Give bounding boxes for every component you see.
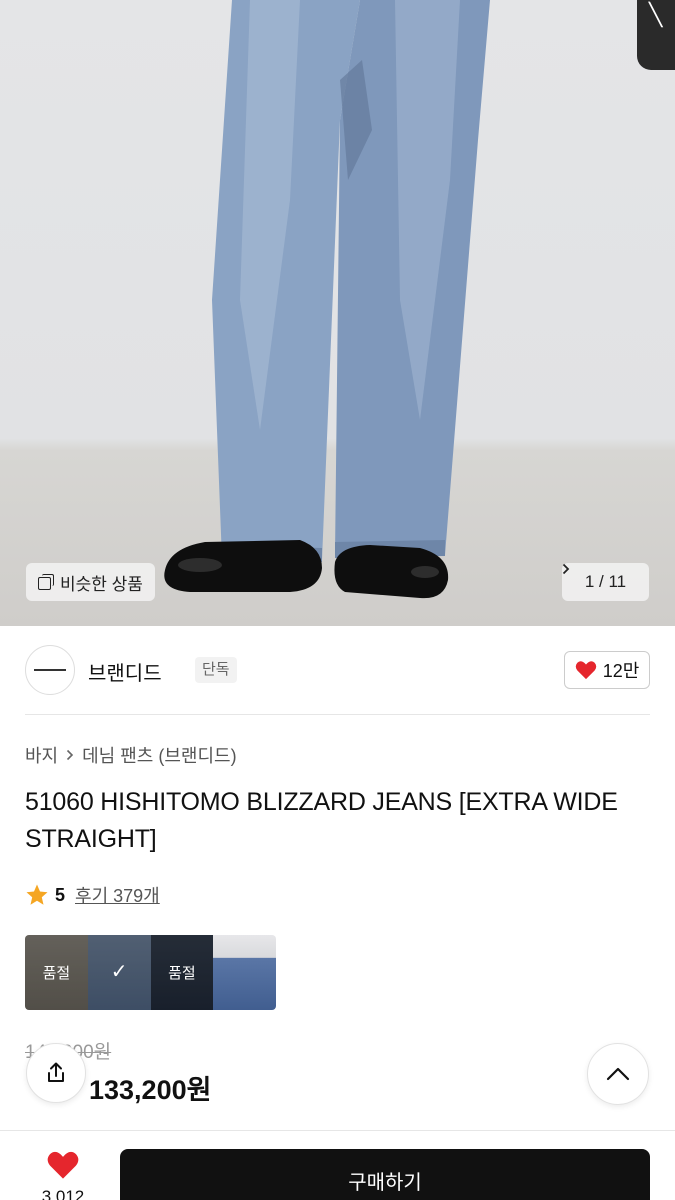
similar-products-button[interactable]: 비슷한 상품 [26,563,155,601]
scroll-top-button[interactable] [587,1043,649,1105]
favorite-button[interactable]: 3,012 [25,1150,101,1200]
image-pager[interactable]: 1 / 11 [562,563,649,601]
product-image-carousel[interactable]: ╲ 비슷한 상품 1 / 11 [0,0,675,626]
breadcrumb-category[interactable]: 바지 [25,742,58,768]
favorite-count: 3,012 [41,1187,85,1200]
review-count-link[interactable]: 후기 379개 [75,882,160,908]
color-option-4[interactable] [213,935,276,1010]
star-icon [26,884,48,905]
chevron-up-icon [606,1067,630,1081]
divider [25,714,650,715]
brand-like-count: 12만 [602,661,640,681]
check-icon: ✓ [110,961,128,983]
heart-icon [47,1151,79,1179]
soldout-label: 품절 [168,965,196,982]
buy-button[interactable]: 구매하기 [120,1149,650,1200]
brand-row: 브랜디드 단독 12만 [25,645,650,695]
close-icon: ╲ [649,2,663,27]
brand-logo[interactable] [25,645,75,695]
color-option-1[interactable]: 품절 [25,935,88,1010]
similar-products-label: 비슷한 상품 [60,574,143,594]
product-title: 51060 HISHITOMO BLIZZARD JEANS [EXTRA WI… [25,788,618,853]
color-options: 품절 ✓ 품절 [25,935,276,1010]
soldout-label: 품절 [42,965,71,982]
brand-like-button[interactable]: 12만 [564,651,650,689]
rating-row: 5 후기 379개 [25,882,160,908]
brand-name[interactable]: 브랜디드 [88,657,162,686]
breadcrumb-subcategory[interactable]: 데님 팬츠 (브랜디드) [82,742,236,768]
color-option-2[interactable]: ✓ [87,935,151,1010]
share-icon [48,1062,64,1082]
exclusive-badge: 단독 [195,657,237,683]
jeans-photo [164,0,490,599]
rating-score: 5 [55,884,66,905]
heart-icon [575,661,596,680]
color-option-3[interactable]: 품절 [150,935,214,1010]
chevron-right-icon [67,749,74,761]
chevron-right-icon [562,563,570,575]
share-button[interactable] [26,1043,86,1103]
sale-price: 133,200원 [89,1075,212,1105]
copy-icon [38,574,54,590]
bottom-bar-divider [0,1130,675,1131]
pager-label: 1 / 11 [584,572,627,591]
breadcrumb: 바지 데님 팬츠 (브랜디드) [25,742,237,768]
close-button[interactable]: ╲ [637,0,675,70]
